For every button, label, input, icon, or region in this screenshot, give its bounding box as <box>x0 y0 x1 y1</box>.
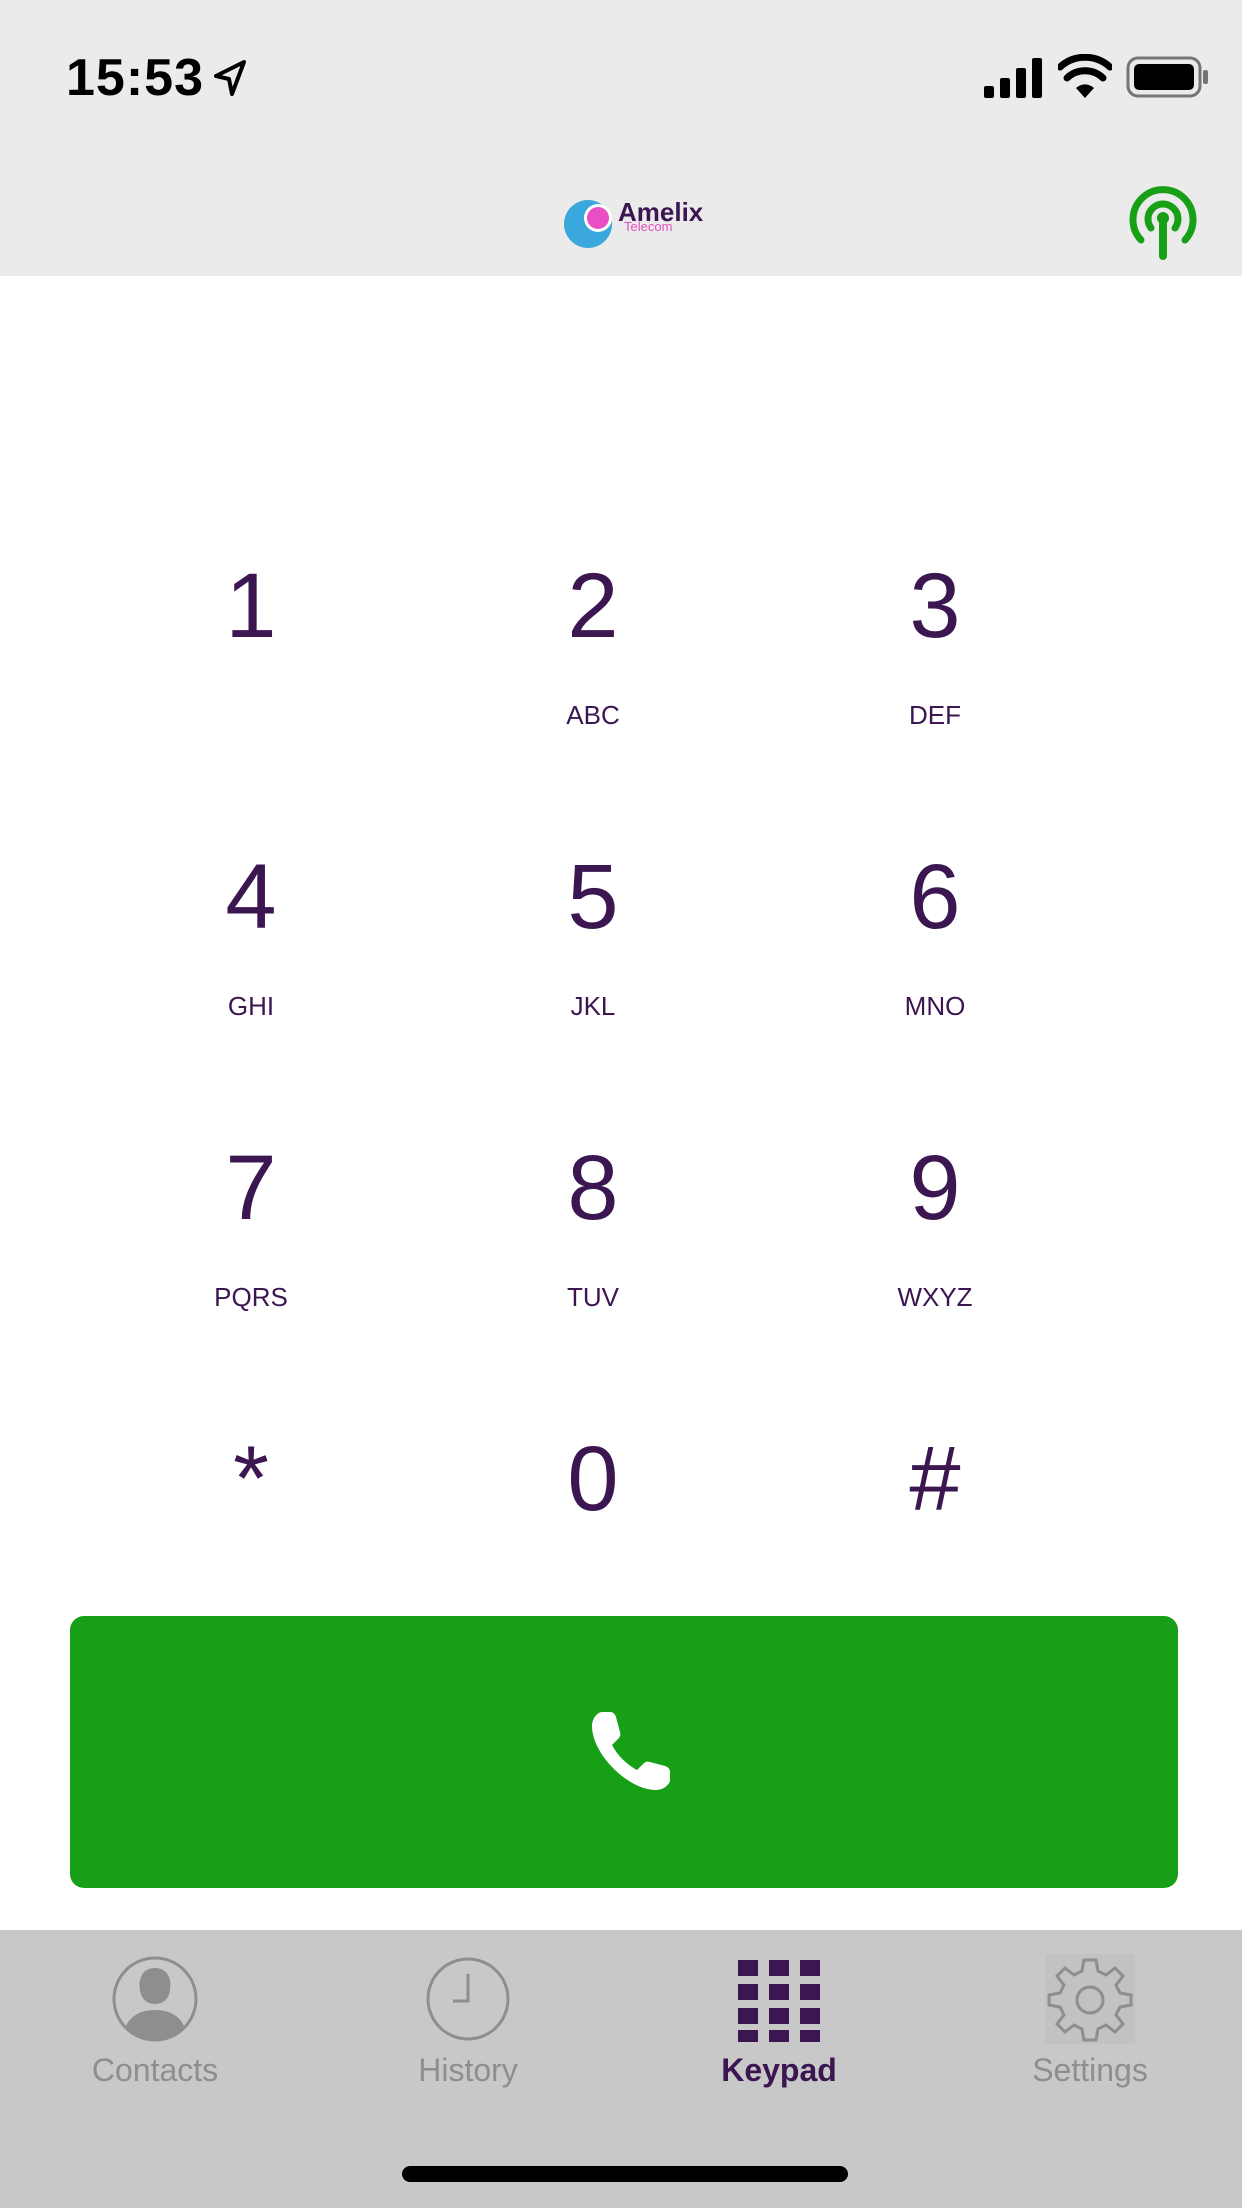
key-1[interactable]: 1 <box>131 520 371 760</box>
tab-contacts[interactable]: Contacts <box>0 1930 310 2110</box>
key-2[interactable]: 2 ABC <box>473 520 713 760</box>
key-digit: 7 <box>225 1137 277 1239</box>
key-hash[interactable]: # <box>815 1393 1055 1633</box>
key-letters: MNO <box>904 991 966 1021</box>
logo-subtext: Telecom <box>624 219 673 234</box>
tab-label: Settings <box>1032 2052 1148 2088</box>
key-digit: 9 <box>909 1137 961 1239</box>
key-digit: 2 <box>567 555 619 657</box>
key-letters: JKL <box>570 991 616 1021</box>
key-digit: 0 <box>567 1428 619 1530</box>
key-digit: 3 <box>909 555 961 657</box>
key-letters: GHI <box>227 991 275 1021</box>
gear-icon <box>1045 1954 1135 2044</box>
tab-settings[interactable]: Settings <box>935 1930 1242 2110</box>
key-digit: 6 <box>909 846 961 948</box>
key-9[interactable]: 9 WXYZ <box>815 1102 1055 1342</box>
key-4[interactable]: 4 GHI <box>131 811 371 1051</box>
broadcast-icon[interactable] <box>1124 180 1202 262</box>
key-digit: * <box>233 1428 269 1530</box>
key-digit: # <box>909 1428 961 1530</box>
key-0[interactable]: 0 <box>473 1393 713 1633</box>
keypad-grid-icon <box>738 1960 820 2042</box>
app-header: 15:53 Amelix Telecom <box>0 0 1242 276</box>
key-letters: TUV <box>567 1282 619 1312</box>
key-letters: WXYZ <box>897 1282 973 1312</box>
key-star[interactable]: * <box>131 1393 371 1633</box>
battery-icon <box>1126 56 1208 98</box>
key-digit: 8 <box>567 1137 619 1239</box>
key-letters: ABC <box>566 700 620 730</box>
status-time: 15:53 <box>66 49 204 107</box>
location-arrow-icon <box>214 60 246 96</box>
tab-label: Contacts <box>91 2052 219 2088</box>
contact-icon <box>112 1956 198 2042</box>
status-bar: 15:53 <box>0 0 1242 150</box>
clock-icon <box>426 1957 510 2041</box>
phone-icon <box>592 1712 670 1790</box>
key-digit: 4 <box>225 846 277 948</box>
key-5[interactable]: 5 JKL <box>473 811 713 1051</box>
home-indicator <box>402 2166 848 2182</box>
tab-history[interactable]: History <box>313 1930 623 2110</box>
key-8[interactable]: 8 TUV <box>473 1102 713 1342</box>
key-7[interactable]: 7 PQRS <box>131 1102 371 1342</box>
tab-label: History <box>418 2052 518 2088</box>
tab-keypad[interactable]: Keypad <box>624 1930 934 2110</box>
key-letters: PQRS <box>214 1282 288 1312</box>
key-letters: DEF <box>909 700 961 730</box>
key-3[interactable]: 3 DEF <box>815 520 1055 760</box>
key-digit: 1 <box>225 555 277 657</box>
cellular-signal-icon <box>984 58 1042 98</box>
key-6[interactable]: 6 MNO <box>815 811 1055 1051</box>
key-digit: 5 <box>567 846 619 948</box>
tab-label: Keypad <box>721 2052 837 2088</box>
wifi-icon <box>1058 54 1112 98</box>
